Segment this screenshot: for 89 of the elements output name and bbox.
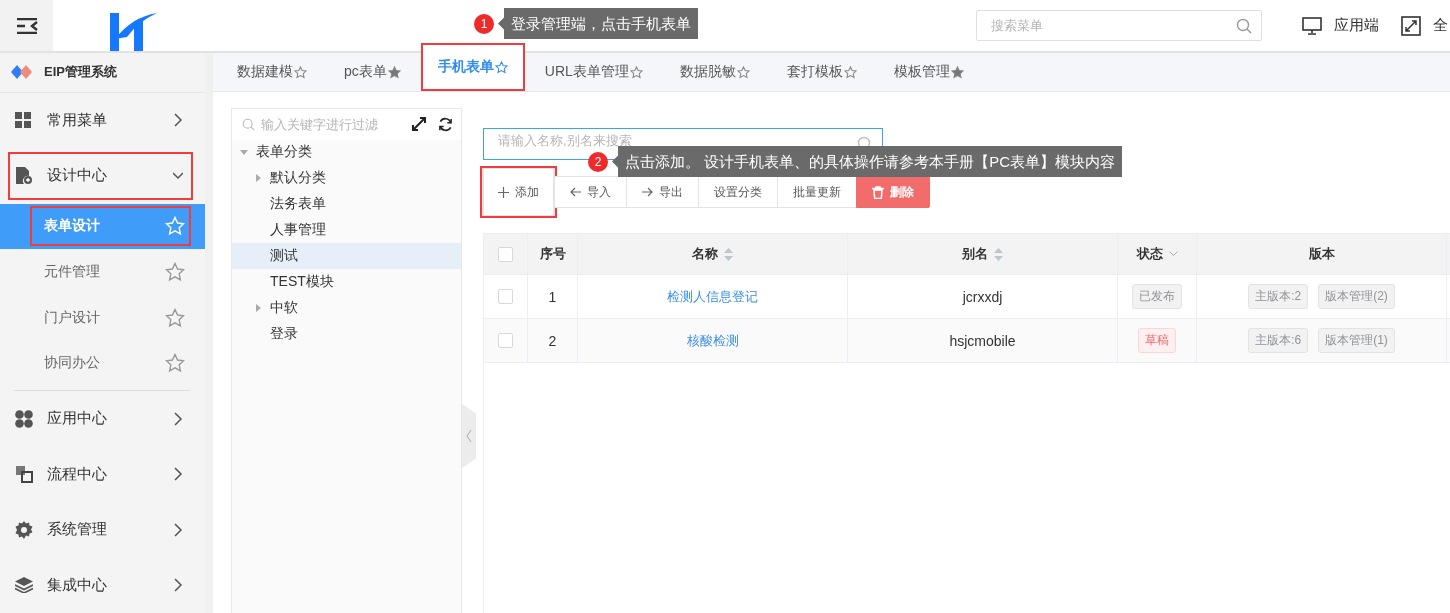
toolbar-button[interactable]: 导入 <box>554 176 627 208</box>
star-icon[interactable] <box>165 307 185 328</box>
tree-node[interactable]: 人事管理 <box>232 217 461 243</box>
nav-subitem[interactable]: 门户设计 <box>30 297 191 338</box>
tree-node[interactable]: 默认分类 <box>232 165 461 191</box>
sort-icon[interactable] <box>724 247 733 261</box>
nav-item[interactable]: 流程中心 <box>8 450 193 498</box>
menu-search-field[interactable]: 搜索菜单 <box>976 10 1262 41</box>
tree-node[interactable]: TEST模块 <box>232 269 461 295</box>
annotation-tooltip: 登录管理端，点击手机表单 <box>498 8 698 39</box>
document-add-icon <box>15 166 33 185</box>
brand-title: EIP管理系统 <box>44 63 117 82</box>
nav-item[interactable]: 设计中心 <box>8 152 193 200</box>
chevron-right-icon <box>173 578 183 593</box>
refresh-icon[interactable] <box>438 116 453 132</box>
table-cell: jcrxxdj <box>962 288 1003 305</box>
tab[interactable]: 模板管理 <box>877 53 980 91</box>
plus-icon <box>498 186 509 198</box>
arrow-left-icon <box>570 187 581 197</box>
star-icon <box>494 60 508 74</box>
layers-icon <box>15 577 33 594</box>
toolbar-button[interactable]: 添加 <box>482 168 555 216</box>
search-icon <box>1236 17 1252 34</box>
caret-right-icon <box>254 304 262 312</box>
table-cell: hsjcmobile <box>949 332 1016 349</box>
nav-item[interactable]: 常用菜单 <box>8 96 193 145</box>
tree-filter-field[interactable]: 输入关键字进行过滤 <box>242 112 392 136</box>
table-cell: 1 <box>548 288 557 305</box>
caret-right-icon <box>254 174 262 182</box>
star-icon[interactable] <box>165 353 185 374</box>
chevron-right-icon <box>173 522 183 537</box>
star-icon <box>629 65 643 79</box>
column-header[interactable]: 状态 <box>1136 245 1163 263</box>
star-icon <box>950 65 964 79</box>
annotation-tooltip: 点击添加。 设计手机表单、的具体操作请参考本手册【PC表单】模块内容 <box>612 146 1122 177</box>
settings-icon <box>15 520 33 539</box>
tab[interactable]: 套打模板 <box>770 53 873 91</box>
nav-item[interactable]: 集成中心 <box>8 561 193 609</box>
star-icon <box>294 65 307 79</box>
version-tag: 主版本:6 <box>1248 328 1309 353</box>
version-tag: 主版本:2 <box>1248 284 1309 309</box>
tree-node[interactable]: 登录 <box>232 321 461 347</box>
row-checkbox[interactable] <box>498 333 513 348</box>
menu-toggle-button[interactable] <box>0 0 53 51</box>
expand-icon[interactable] <box>412 117 426 131</box>
arrow-right-icon <box>642 187 653 197</box>
fullscreen-icon <box>1401 15 1421 36</box>
chevron-down-icon[interactable] <box>1168 251 1178 257</box>
star-icon <box>843 65 857 79</box>
tree-node[interactable]: 中软 <box>232 295 461 321</box>
chevron-left-icon <box>466 429 472 443</box>
fullscreen-link[interactable]: 全 <box>1401 15 1448 36</box>
tree-node[interactable]: 测试 <box>232 243 461 269</box>
tree-node[interactable]: 表单分类 <box>232 139 461 165</box>
search-icon <box>242 117 255 131</box>
overlap-squares-icon <box>15 465 33 484</box>
column-header: 序号 <box>539 245 566 263</box>
chevron-right-icon <box>173 411 183 426</box>
sort-icon[interactable] <box>994 247 1003 261</box>
tab[interactable]: 数据脱敏 <box>663 53 766 91</box>
chevron-right-icon <box>173 467 183 482</box>
caret-down-icon <box>240 148 248 156</box>
app-link[interactable]: 应用端 <box>1302 16 1379 35</box>
column-header[interactable]: 名称 <box>692 245 718 263</box>
star-icon[interactable] <box>165 262 185 282</box>
table-cell: 2 <box>548 332 557 349</box>
row-checkbox[interactable] <box>498 289 513 304</box>
nav-item[interactable]: 应用中心 <box>8 394 193 443</box>
tab[interactable]: 数据建模 <box>221 53 323 91</box>
column-header[interactable]: 别名 <box>962 245 988 263</box>
status-tag: 草稿 <box>1138 328 1176 353</box>
nav-item[interactable]: 系统管理 <box>8 505 193 554</box>
select-all-checkbox[interactable] <box>498 246 513 262</box>
trash-icon <box>872 185 884 199</box>
tab[interactable]: URL表单管理 <box>528 53 659 91</box>
nav-subitem[interactable]: 协同办公 <box>30 343 191 384</box>
grid-icon <box>15 112 31 129</box>
column-header: 版本 <box>1308 245 1335 263</box>
star-icon <box>736 65 750 79</box>
apps-icon <box>15 409 33 428</box>
nav-subitem[interactable]: 元件管理 <box>30 252 191 292</box>
monitor-icon <box>1302 16 1322 35</box>
chevron-right-icon <box>173 113 183 128</box>
status-tag: 已发布 <box>1132 284 1182 309</box>
form-name-link[interactable]: 检测人信息登记 <box>667 287 758 306</box>
tree-node[interactable]: 法务表单 <box>232 191 461 217</box>
menu-icon <box>15 17 38 34</box>
tab[interactable]: pc表单 <box>328 53 417 91</box>
star-icon <box>387 65 401 79</box>
